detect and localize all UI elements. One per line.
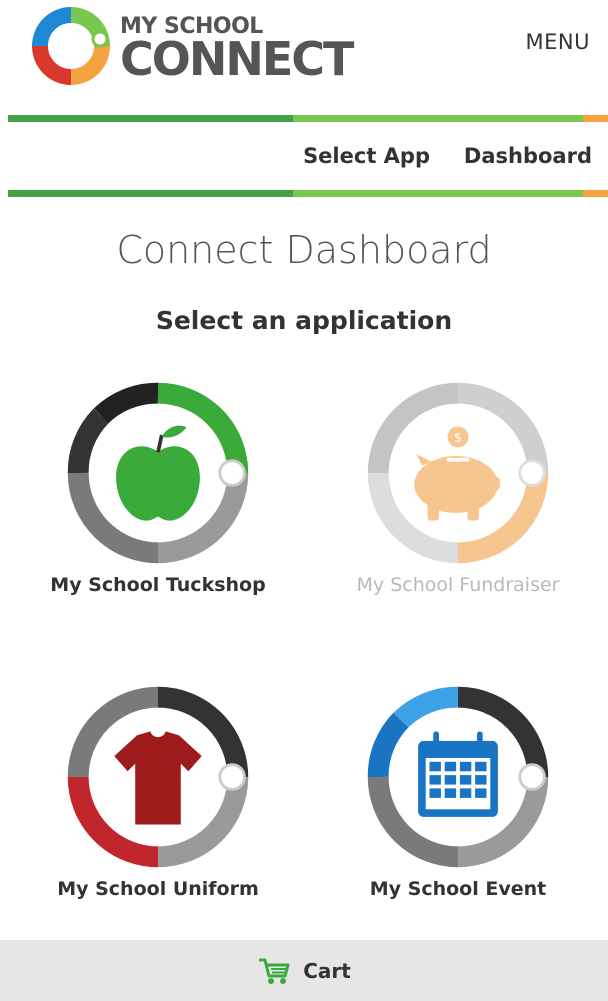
- fundraiser-ring-icon: $: [367, 382, 549, 564]
- app-tuckshop-tile[interactable]: My School Tuckshop: [23, 378, 293, 596]
- nav-dashboard[interactable]: Dashboard: [464, 144, 592, 168]
- event-ring-icon: [367, 686, 549, 868]
- menu-button[interactable]: MENU: [526, 30, 590, 54]
- calendar-icon: [418, 731, 498, 817]
- app-event-tile[interactable]: My School Event: [323, 682, 593, 900]
- cart-icon: [259, 958, 290, 984]
- cart-label: Cart: [303, 958, 351, 983]
- nav-select-app[interactable]: Select App: [303, 144, 430, 168]
- top-color-stripe: [8, 115, 608, 122]
- logo[interactable]: MY SCHOOL CONNECT: [28, 5, 354, 87]
- page-title: Connect Dashboard: [116, 228, 492, 272]
- app-uniform-label: My School Uniform: [57, 878, 259, 900]
- apple-icon: [116, 425, 200, 521]
- app-fundraiser-label: My School Fundraiser: [356, 574, 560, 596]
- logo-text-bottom: CONNECT: [120, 32, 354, 86]
- app-tuckshop-label: My School Tuckshop: [50, 574, 266, 596]
- app-uniform-tile[interactable]: My School Uniform: [23, 682, 293, 900]
- app-header: MY SCHOOL CONNECT MENU: [0, 0, 608, 115]
- cart-button[interactable]: Cart: [0, 940, 608, 1001]
- tuckshop-ring-icon: [67, 382, 249, 564]
- nav-bar: Select App Dashboard: [0, 122, 608, 190]
- svg-text:$: $: [454, 431, 462, 445]
- app-fundraiser-tile[interactable]: $ My School Fundraiser: [323, 378, 593, 596]
- tshirt-icon: [114, 731, 202, 825]
- app-event-label: My School Event: [369, 878, 547, 900]
- bottom-color-stripe: [8, 190, 608, 197]
- piggy-bank-icon: $: [414, 426, 500, 521]
- page-subtitle: Select an application: [155, 306, 453, 335]
- logo-ring-icon: [32, 7, 110, 85]
- uniform-ring-icon: [67, 686, 249, 868]
